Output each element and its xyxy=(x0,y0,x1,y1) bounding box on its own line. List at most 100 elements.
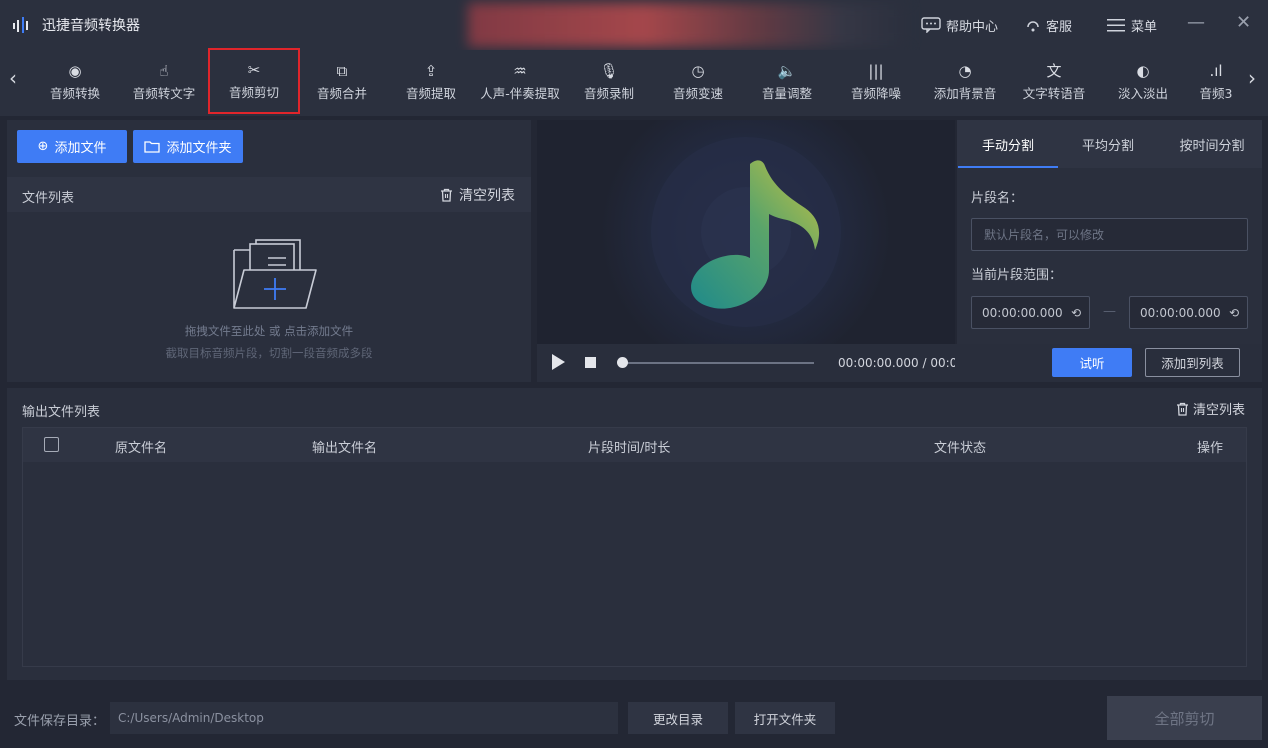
chat-icon xyxy=(921,17,941,33)
tool-label: 添加背景音 xyxy=(933,85,997,101)
tool-fade[interactable]: ◐ 淡入淡出 xyxy=(1101,50,1185,114)
waveform-icon: ||| xyxy=(868,61,884,80)
tool-label: 音频降噪 xyxy=(850,85,901,101)
microphone-icon: 🎙 xyxy=(599,61,619,80)
folder-icon xyxy=(144,141,161,153)
col-output-name: 输出文件名 xyxy=(312,441,378,456)
tab-average-split[interactable]: 平均分割 xyxy=(1058,120,1158,168)
clear-output-label: 清空列表 xyxy=(1193,403,1246,418)
music-note-icon xyxy=(601,120,891,344)
progress-handle[interactable] xyxy=(617,357,628,368)
app-title: 迅捷音频转换器 xyxy=(42,18,140,34)
audio-convert-icon: ◉ xyxy=(68,61,82,80)
text-speech-icon: 文 xyxy=(1046,61,1062,80)
drop-hint: 拖拽文件至此处 或 点击添加文件 xyxy=(184,324,354,338)
audio-to-text-icon: ☝ xyxy=(159,61,169,80)
col-source-name: 原文件名 xyxy=(115,441,168,456)
range-label: 当前片段范围： xyxy=(971,268,1063,283)
save-dir-label: 文件保存目录： xyxy=(14,714,106,729)
range-start-value: 00:00:00.000 xyxy=(982,305,1063,320)
trash-icon xyxy=(1177,402,1188,416)
tool-label: 音量调整 xyxy=(761,85,812,101)
add-file-label: 添加文件 xyxy=(54,141,107,156)
hamburger-icon xyxy=(1107,19,1125,32)
help-center-label: 帮助中心 xyxy=(946,19,999,35)
clear-file-list-button[interactable]: 清空列表 xyxy=(440,185,515,205)
drop-folder-icon[interactable] xyxy=(228,234,320,314)
range-dash: — xyxy=(1103,304,1116,319)
select-all-checkbox[interactable] xyxy=(44,437,59,452)
tool-audio-to-text[interactable]: ☝ 音频转文字 xyxy=(122,50,206,114)
volume-icon: 🔈 xyxy=(777,61,797,80)
cut-all-button[interactable]: 全部剪切 xyxy=(1107,696,1262,740)
tool-audio-more[interactable]: .ıl 音频3 xyxy=(1190,50,1242,114)
tool-label: 音频转换 xyxy=(49,85,100,101)
minimize-button[interactable]: — xyxy=(1187,12,1205,33)
merge-icon: ⧉ xyxy=(336,61,348,80)
col-file-status: 文件状态 xyxy=(934,441,987,456)
file-list-label: 文件列表 xyxy=(22,191,75,206)
tool-text-to-speech[interactable]: 文文字转语音 xyxy=(1012,50,1096,114)
tool-label: 音频转文字 xyxy=(132,85,196,101)
range-end-input[interactable]: 00:00:00.000 ⟲ xyxy=(1129,296,1248,329)
tool-volume-adjust[interactable]: 🔈 音量调整 xyxy=(745,50,829,114)
tool-label: 音频录制 xyxy=(583,85,634,101)
close-button[interactable]: ✕ xyxy=(1236,12,1251,33)
change-dir-button[interactable]: 更改目录 xyxy=(628,702,728,734)
add-folder-button[interactable]: 添加文件夹 xyxy=(133,130,243,163)
range-start-input[interactable]: 00:00:00.000 ⟲ xyxy=(971,296,1090,329)
toolbar-next-icon[interactable]: › xyxy=(1248,66,1256,90)
plus-circle-icon: ⊕ xyxy=(37,139,49,154)
tool-audio-cut[interactable]: ✂ 音频剪切 xyxy=(208,48,300,114)
tool-audio-convert[interactable]: ◉ 音频转换 xyxy=(33,50,117,114)
tool-audio-record[interactable]: 🎙 音频录制 xyxy=(567,50,651,114)
audio-preview xyxy=(537,120,955,344)
customer-service-button[interactable]: 客服 xyxy=(1025,14,1072,36)
menu-button[interactable]: 菜单 xyxy=(1106,14,1157,36)
help-center-button[interactable]: 帮助中心 xyxy=(921,14,998,36)
tool-label: 音频剪切 xyxy=(228,84,279,100)
tool-noise-reduce[interactable]: ||| 音频降噪 xyxy=(834,50,918,114)
headset-icon xyxy=(1027,21,1039,32)
segment-name-input[interactable]: 默认片段名，可以修改 xyxy=(971,218,1248,251)
open-folder-button[interactable]: 打开文件夹 xyxy=(735,702,835,734)
current-time: 00:00:00.000 xyxy=(838,356,919,370)
customer-service-label: 客服 xyxy=(1046,19,1073,35)
listen-button[interactable]: 试听 xyxy=(1052,348,1132,377)
toolbar-prev-icon[interactable]: ‹ xyxy=(9,66,17,90)
tool-label: 音频合并 xyxy=(316,85,367,101)
blurred-banner xyxy=(468,3,908,47)
tool-label: 音频3 xyxy=(1199,85,1233,101)
save-dir-input[interactable]: C:/Users/Admin/Desktop xyxy=(110,702,618,734)
play-icon[interactable] xyxy=(552,354,565,370)
add-to-list-button[interactable]: 添加到列表 xyxy=(1145,348,1240,377)
reset-time-icon[interactable]: ⟲ xyxy=(1071,306,1081,320)
tool-add-background[interactable]: ◔ 添加背景音 xyxy=(923,50,1007,114)
progress-slider[interactable] xyxy=(622,362,814,364)
tool-vocal-extract[interactable]: ♒ 人声-伴奏提取 xyxy=(475,50,565,114)
add-file-button[interactable]: ⊕ 添加文件 xyxy=(17,130,127,163)
menu-label: 菜单 xyxy=(1131,19,1158,35)
tool-audio-speed[interactable]: ◷ 音频变速 xyxy=(656,50,740,114)
tab-manual-split[interactable]: 手动分割 xyxy=(958,120,1058,168)
active-tab-indicator xyxy=(958,166,1058,168)
add-folder-label: 添加文件夹 xyxy=(166,141,232,156)
output-list-label: 输出文件列表 xyxy=(22,405,101,420)
tool-audio-extract[interactable]: ⇪ 音频提取 xyxy=(389,50,473,114)
tool-label: 淡入淡出 xyxy=(1117,85,1168,101)
drop-subhint: 截取目标音频片段，切割一段音频成多段 xyxy=(165,346,373,360)
vocal-icon: ♒ xyxy=(513,61,527,80)
clear-list-label: 清空列表 xyxy=(459,188,515,204)
output-table xyxy=(22,427,1247,667)
segment-name-label: 片段名： xyxy=(971,191,1024,206)
tool-audio-merge[interactable]: ⧉ 音频合并 xyxy=(300,50,384,114)
tab-time-split[interactable]: 按时间分割 xyxy=(1162,120,1262,168)
reset-time-icon[interactable]: ⟲ xyxy=(1229,306,1239,320)
col-segment-time: 片段时间/时长 xyxy=(588,441,671,456)
speed-icon: ◷ xyxy=(691,61,705,80)
bars-icon: .ıl xyxy=(1209,61,1223,80)
stop-icon[interactable] xyxy=(585,357,596,368)
extract-icon: ⇪ xyxy=(424,61,438,80)
time-separator: / xyxy=(922,356,927,370)
clear-output-button[interactable]: 清空列表 xyxy=(1176,399,1245,418)
